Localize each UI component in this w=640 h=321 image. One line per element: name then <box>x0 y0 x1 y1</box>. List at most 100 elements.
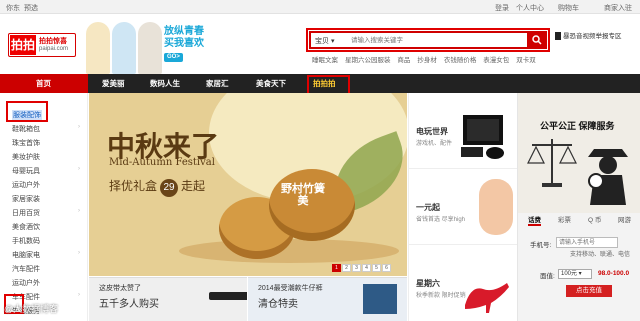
jeans-image <box>363 284 397 314</box>
logo-name: 拍拍惊喜 <box>39 38 67 45</box>
hotword-link[interactable]: 衣钱随价格 <box>444 57 477 64</box>
promo-go-button[interactable]: GO> <box>164 53 183 62</box>
side-title: 公平公正 保障服务 <box>540 121 615 131</box>
promo-model-image <box>86 22 110 74</box>
recharge-button[interactable]: 点击充值 <box>566 285 612 297</box>
annotation-box-search <box>306 28 550 52</box>
feature-games[interactable]: 电玩世界 游戏机、配件 <box>409 93 517 169</box>
promo-line2: 买我喜欢 <box>164 38 204 49</box>
recharge-tabs: 话费 彩票 Q 币 网游 <box>524 214 639 226</box>
hero-banner[interactable]: 野村竹簧美 中秋来了 Mid-Autumn Festival 择优礼盒 29 走起 … <box>89 93 407 276</box>
sidebar-item[interactable]: 珠宝首饰 <box>12 138 40 148</box>
promo-model-image <box>112 22 136 74</box>
annotation-box-sidebar <box>6 101 48 122</box>
tab-phone-bill[interactable]: 话费 <box>528 214 541 226</box>
feature-panel: 电玩世界 游戏机、配件 一元起 省钱首选 尽享high 星期六 秋季新款 限时促… <box>408 93 517 321</box>
chevron-right-icon: › <box>78 292 80 298</box>
phone-input[interactable] <box>556 237 618 248</box>
feature-title: 星期六 <box>416 279 440 288</box>
carousel-dot[interactable]: 2 <box>342 264 351 272</box>
category-sidebar: 服装配饰 鞋靴箱包 珠宝首饰 美妆护肤 母婴玩具 运动户外 家居家装 日用百货 … <box>0 93 88 321</box>
nav-item-digital[interactable]: 数码人生 <box>150 78 180 89</box>
carousel-dot[interactable]: 1 <box>332 264 341 272</box>
sub-banner-belt[interactable]: 这皮带太赞了 五千多人购买 <box>89 277 247 321</box>
amount-label: 面值: <box>540 273 555 280</box>
fair-service-banner[interactable]: 公平公正 保障服务 <box>518 93 640 213</box>
carousel-dot[interactable]: 5 <box>372 264 381 272</box>
topbar-link-select[interactable]: 预选 <box>24 3 38 13</box>
mooncake-text: 野村竹簧美 <box>281 183 325 207</box>
baby-image <box>479 179 513 235</box>
hotword-link[interactable]: 睡眠文案 <box>312 57 338 64</box>
sub-banner-jeans[interactable]: 2014最受潮款牛仔裤 清仓特卖 <box>248 277 407 321</box>
sidebar-item[interactable]: 运动户外 <box>12 278 40 288</box>
sub-banner-line2: 清仓特卖 <box>258 299 298 310</box>
phone-label: 手机号: <box>530 242 552 249</box>
high-heel-image <box>465 283 509 313</box>
banner-subtitle: Mid-Autumn Festival <box>109 157 215 168</box>
report-icon <box>555 32 561 41</box>
banner-tagline: 择优礼盒 29 走起 <box>109 177 205 197</box>
nav-item-home[interactable]: 首页 <box>36 78 51 89</box>
sub-banner-line1: 2014最受潮款牛仔裤 <box>258 285 323 292</box>
carousel-dot[interactable]: 4 <box>362 264 371 272</box>
sidebar-item[interactable]: 日用百货 <box>12 208 40 218</box>
sidebar-item[interactable]: 美妆护肤 <box>12 152 40 162</box>
price-range: 98.0-100.0 <box>598 270 630 277</box>
chevron-right-icon: › <box>78 208 80 214</box>
tab-online-game[interactable]: 网游 <box>618 214 631 224</box>
chevron-right-icon: › <box>78 124 80 130</box>
top-bar: 你东 预选 登录 个人中心 购物车 商家入驻 <box>0 0 640 14</box>
user-center-link[interactable]: 个人中心 <box>516 3 544 13</box>
feature-desc: 省钱首选 尽享high <box>416 217 466 223</box>
chevron-right-icon: › <box>78 166 80 172</box>
cart-link[interactable]: 购物车 <box>558 3 579 13</box>
sidebar-item[interactable]: 汽车配件 <box>12 264 40 274</box>
sidebar-item[interactable]: 手机数码 <box>12 236 40 246</box>
feature-title: 一元起 <box>416 203 440 212</box>
hotword-link[interactable]: 商品 <box>397 57 410 64</box>
carousel-dot[interactable]: 6 <box>382 264 391 272</box>
feature-title: 电玩世界 <box>416 127 448 136</box>
logo-mark: 拍拍 <box>10 35 36 55</box>
hotword-link[interactable]: 表漫女包 <box>483 57 509 64</box>
feature-desc: 游戏机、配件 <box>416 141 453 147</box>
feature-one-yuan[interactable]: 一元起 省钱首选 尽享high <box>409 169 517 245</box>
promo-text[interactable]: 放纵青春 买我喜欢 GO> <box>164 26 242 68</box>
carousel-dot[interactable]: 3 <box>352 264 361 272</box>
promo-model-image <box>138 22 162 74</box>
sidebar-item[interactable]: 运动户外 <box>12 180 40 190</box>
merchant-link[interactable]: 商家入驻 <box>604 3 632 13</box>
sidebar-item[interactable]: 鞋靴箱包 <box>12 124 40 134</box>
scale-icon <box>527 139 577 187</box>
hotword-link[interactable]: 抄身材 <box>417 57 437 64</box>
nav-item-food[interactable]: 美食天下 <box>256 78 286 89</box>
login-link[interactable]: 登录 <box>495 3 509 13</box>
sidebar-item[interactable]: 家居家装 <box>12 194 40 204</box>
watermark-text: @大数据博客 <box>4 304 59 314</box>
tab-q-coin[interactable]: Q 币 <box>588 214 601 224</box>
topbar-link-home[interactable]: 你东 <box>6 3 20 13</box>
tab-lottery[interactable]: 彩票 <box>558 214 571 224</box>
sidebar-item[interactable]: 电脑家电 <box>12 250 40 260</box>
site-logo[interactable]: 拍拍 拍拍惊喜 paipai.com <box>8 33 76 57</box>
hotword-link[interactable]: 星期六公园服装 <box>345 57 391 64</box>
sub-banner-line1: 这皮带太赞了 <box>99 285 141 292</box>
report-link[interactable]: 暴恐音视频举报专区 <box>555 30 639 42</box>
chevron-right-icon: › <box>78 250 80 256</box>
promo-line1: 放纵青春 <box>164 26 204 37</box>
nav-item-home-goods[interactable]: 家居汇 <box>206 78 229 89</box>
feature-desc: 秋季新款 限时促销 <box>416 293 466 299</box>
game-console-image <box>461 115 504 159</box>
feature-saturday[interactable]: 星期六 秋季新款 限时促销 <box>409 245 517 321</box>
sub-banner-line2: 五千多人购买 <box>99 299 159 310</box>
belt-image <box>209 292 247 300</box>
amount-select[interactable]: 100元 ▾ <box>558 269 592 279</box>
logo-domain: paipai.com <box>39 46 69 52</box>
nav-item-beauty[interactable]: 爱美丽 <box>102 78 125 89</box>
recharge-widget: 公平公正 保障服务 话费 彩票 Q 币 网游 手机号: 支持移动、联通、电信 面… <box>517 93 640 321</box>
hotword-link[interactable]: 双卡双 <box>516 57 536 64</box>
sidebar-item[interactable]: 美食酒饮 <box>12 222 40 232</box>
sidebar-item[interactable]: 母婴玩具 <box>12 166 40 176</box>
hot-search-words: 睡眠文案 星期六公园服装 商品 抄身材 衣钱随价格 表漫女包 双卡双 <box>312 54 541 64</box>
